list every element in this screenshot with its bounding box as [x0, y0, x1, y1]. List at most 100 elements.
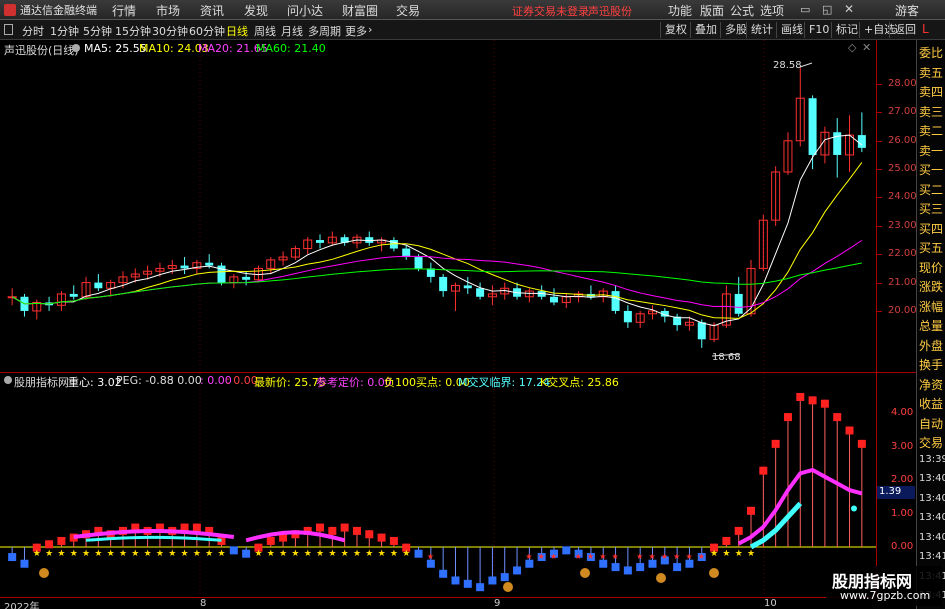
- menu-wealth[interactable]: 财富圈: [342, 2, 378, 19]
- sub-star-32: ★: [402, 549, 410, 559]
- period-daily[interactable]: 日线: [226, 23, 248, 39]
- menu-trade[interactable]: 交易: [396, 2, 420, 19]
- button-adjust[interactable]: 复权: [660, 22, 691, 38]
- sub-star-2: ★: [33, 549, 41, 559]
- price-tick-3: 25.00: [888, 163, 917, 175]
- candle-body-56: [697, 322, 706, 340]
- period-monthly[interactable]: 月线: [281, 23, 303, 39]
- price-tick-5: 23.00: [888, 219, 917, 231]
- app-logo-icon: [4, 4, 16, 16]
- button-back[interactable]: 返回: [889, 22, 920, 38]
- menu-xiaoda[interactable]: 问小达: [287, 2, 323, 19]
- button-overlay[interactable]: 叠加: [690, 22, 721, 38]
- menu-function[interactable]: 功能: [668, 2, 692, 19]
- sub-star-21: ★: [267, 549, 275, 559]
- side-label-1: 卖五: [919, 65, 944, 80]
- sub-star-59: ★: [735, 549, 743, 559]
- indicator-name: 股朋指标网: [14, 376, 69, 389]
- side-label-10: 买五: [919, 241, 944, 255]
- period-tick[interactable]: 分时: [22, 23, 44, 39]
- sub-bar-21: [266, 536, 275, 545]
- sub-bar-18: [229, 546, 238, 555]
- price-tick-mark-4: [877, 197, 882, 199]
- sub-star-26: ★: [328, 549, 336, 559]
- sub-star-20: ★: [254, 549, 262, 559]
- side-label-20[interactable]: 交易: [919, 434, 945, 451]
- indicator-chart[interactable]: ★ ★ ★ ★ ★ ★ ★ ★ ★ ★ ★ ★ ★ ★ ★ ★ ★ ★ ★ ★ ★ ★ ★ ★ ★ ★ ★ ★ ★ ★ ★ ★ ★ ★ ★ ★ ★ ★ ★ ★…: [0, 372, 876, 597]
- period-5min[interactable]: 5分钟: [83, 23, 112, 39]
- sub-bar-63: [783, 413, 792, 422]
- indicator-zx: 重心: 3.02: [68, 376, 122, 389]
- sub-bar-28: [352, 526, 361, 535]
- menu-formula[interactable]: 公式: [730, 2, 754, 19]
- candle-body-44: [549, 296, 558, 303]
- minimize-icon[interactable]: ▭: [800, 3, 810, 16]
- sub-star-58: ★: [722, 549, 730, 559]
- collapse-icon[interactable]: ◇: [848, 41, 856, 54]
- button-mark[interactable]: 标记: [831, 22, 862, 38]
- menu-news[interactable]: 资讯: [200, 2, 224, 19]
- price-tick-4: 24.00: [888, 191, 917, 203]
- sub-bar-15: [192, 523, 201, 532]
- side-label-24: 13:40: [919, 512, 945, 523]
- side-label-0: 委比: [919, 46, 944, 60]
- panel-toggle-icon[interactable]: [4, 24, 13, 35]
- sub-star-14: ★: [181, 549, 189, 559]
- candle-body-65: [808, 98, 817, 155]
- close-panel-icon[interactable]: ✕: [862, 41, 871, 54]
- indicator-peg: PEG: -0.88: [116, 374, 174, 387]
- button-f10[interactable]: F10: [804, 22, 833, 38]
- period-60min[interactable]: 60分钟: [189, 23, 225, 39]
- candle-body-59: [734, 293, 743, 314]
- sub-star-8: ★: [107, 549, 115, 559]
- login-notice[interactable]: 证券交易未登录: [512, 3, 589, 19]
- user-guest[interactable]: 游客: [895, 2, 919, 19]
- sub-star-22: ★: [279, 549, 287, 559]
- menu-layout[interactable]: 版面: [700, 2, 724, 19]
- restore-icon[interactable]: ◱: [822, 3, 832, 16]
- sub-star-17: ★: [218, 549, 226, 559]
- high-pointer: [799, 62, 813, 68]
- sub-star-11: ★: [144, 549, 152, 559]
- button-draw[interactable]: 画线: [776, 22, 807, 38]
- price-tick-8: 20.00: [888, 304, 917, 316]
- ma10-line: [11, 162, 863, 319]
- indicator-buy100: 负100买点: 0.00: [384, 376, 470, 389]
- menu-quotes[interactable]: 行情: [112, 2, 136, 19]
- sub-redstar-52: ★: [649, 552, 656, 561]
- period-more[interactable]: 更多: [345, 23, 367, 39]
- sub-star-29: ★: [365, 549, 373, 559]
- sub-redstar-43: ★: [538, 552, 545, 561]
- menu-discover[interactable]: 发现: [244, 2, 268, 19]
- sub-redstar-55: ★: [685, 552, 692, 561]
- period-weekly[interactable]: 周线: [254, 23, 276, 39]
- candlestick-chart[interactable]: [0, 40, 876, 372]
- side-label-19[interactable]: 自动: [919, 415, 945, 432]
- sub-redstar-56: ★: [698, 552, 705, 561]
- cyan-curve-1: [85, 535, 222, 542]
- period-multi[interactable]: 多周期: [308, 23, 341, 39]
- side-label-13: 涨幅: [919, 299, 944, 314]
- sub-bar-36: [451, 576, 460, 585]
- level-l-icon[interactable]: L: [922, 22, 929, 36]
- price-tick-mark-8: [877, 310, 882, 312]
- menu-market[interactable]: 市场: [156, 2, 180, 19]
- sub-bar-0: [8, 553, 17, 562]
- price-tick-6: 22.00: [888, 248, 917, 260]
- period-30min[interactable]: 30分钟: [152, 23, 188, 39]
- settings-dot-icon[interactable]: [72, 44, 80, 52]
- indicator-settings-icon[interactable]: [4, 376, 12, 384]
- sub-redstar-48: ★: [599, 552, 606, 561]
- period-1min[interactable]: 1分钟: [50, 23, 79, 39]
- side-label-9: 买四: [919, 221, 944, 236]
- menu-options[interactable]: 选项: [760, 2, 784, 19]
- sub-star-4: ★: [57, 549, 65, 559]
- date-label-aug: 8: [200, 598, 207, 609]
- date-label-oct: 10: [764, 598, 777, 609]
- close-icon[interactable]: ✕: [844, 2, 854, 16]
- price-tick-mark-2: [877, 140, 882, 142]
- button-stats[interactable]: 统计: [746, 22, 777, 38]
- period-15min[interactable]: 15分钟: [115, 23, 151, 39]
- candle-body-33: [414, 257, 423, 269]
- chevron-right-icon[interactable]: ›: [368, 23, 372, 36]
